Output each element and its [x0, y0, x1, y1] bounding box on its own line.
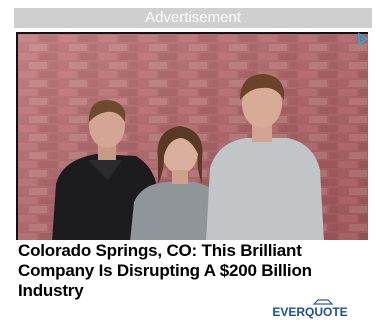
everquote-logo[interactable]: EVERQUOTE: [264, 298, 356, 320]
adchoices-icon[interactable]: [356, 32, 370, 46]
ad-photo: [18, 34, 368, 240]
advertisement-label-text: Advertisement: [145, 9, 241, 26]
ad-unit[interactable]: Colorado Springs, CO: This Brilliant Com…: [14, 30, 372, 320]
car-icon: [312, 299, 334, 305]
advertisement-label: Advertisement: [14, 8, 372, 28]
ad-image[interactable]: [16, 32, 368, 240]
ad-headline[interactable]: Colorado Springs, CO: This Brilliant Com…: [18, 241, 368, 301]
brand-text: EVERQUOTE: [272, 305, 347, 319]
